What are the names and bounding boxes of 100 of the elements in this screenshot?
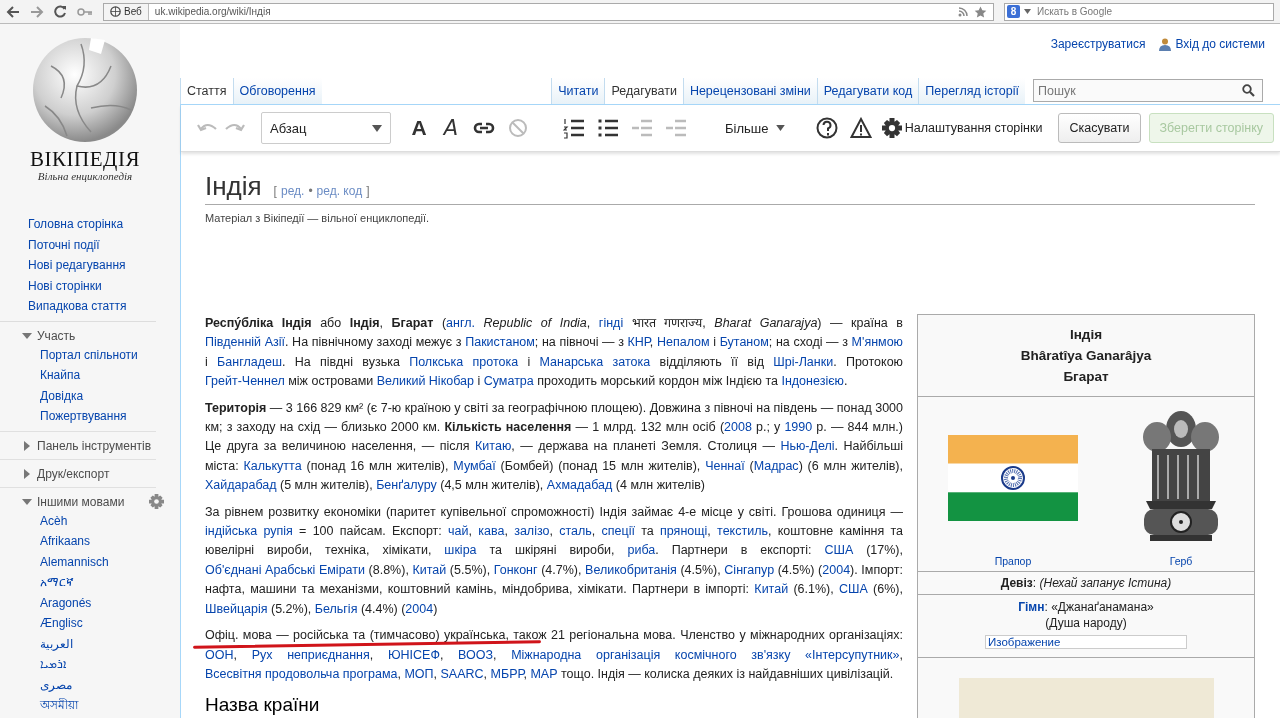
back-icon[interactable] <box>6 5 20 18</box>
inline-link[interactable]: Мумбаї <box>453 458 496 473</box>
inline-link[interactable]: КНР <box>627 335 650 350</box>
disclosure-triangle-icon[interactable] <box>22 468 32 479</box>
sidebar-link[interactable]: Довідка <box>22 385 156 406</box>
inline-link[interactable]: Всесвітня продовольча програма <box>205 666 398 681</box>
page-settings-button[interactable]: Налаштування сторінки <box>881 118 1043 138</box>
sidebar-link[interactable]: অসমীয়া <box>22 695 156 716</box>
help-icon[interactable] <box>815 117 838 139</box>
inline-link[interactable]: 2008 <box>724 420 752 435</box>
sidebar-link[interactable]: مصرى <box>22 674 156 695</box>
inline-link[interactable]: ВООЗ <box>458 647 493 662</box>
sidebar-link[interactable]: Пожертвування <box>22 406 156 427</box>
inline-link[interactable]: Китай <box>754 582 789 597</box>
inline-link[interactable]: Великий Нікобар <box>376 374 474 389</box>
inline-link[interactable]: США <box>824 543 854 558</box>
inline-link[interactable]: М'янмою <box>851 335 903 350</box>
account-link[interactable]: Вхід до системи <box>1175 37 1265 51</box>
browser-search-field[interactable]: 8 Искать в Google <box>1004 2 1274 21</box>
inline-link[interactable]: шкіра <box>444 543 477 558</box>
inline-link[interactable]: SAARC <box>440 666 484 681</box>
inline-link[interactable]: ЮНІСЕФ <box>387 647 440 662</box>
inline-link[interactable]: Сінгапур <box>724 562 775 577</box>
inline-link[interactable]: гінді <box>598 316 624 330</box>
account-link[interactable]: Зареєструватися <box>1050 37 1146 51</box>
inline-link[interactable]: Індонезією <box>781 374 844 389</box>
sidebar-link[interactable]: Ænglisc <box>22 613 156 634</box>
sidebar-link[interactable]: አማርኛ <box>22 572 156 593</box>
inline-link[interactable]: Грейт-Ченнел <box>205 374 285 389</box>
inline-link[interactable]: спеції <box>601 524 635 539</box>
inline-link[interactable]: Швейцарія <box>205 601 268 616</box>
key-icon[interactable] <box>77 6 93 17</box>
sidebar-link[interactable]: Випадкова стаття <box>28 296 156 317</box>
numbered-list-icon[interactable] <box>563 117 585 139</box>
inline-link[interactable]: Ахмадабад <box>546 478 613 493</box>
sidebar-link[interactable]: Acèh <box>22 510 156 531</box>
inline-link[interactable]: Бенґалуру <box>376 478 437 493</box>
sidebar-link[interactable]: العربية <box>22 633 156 654</box>
sidebar-link[interactable]: ܐܪܡܝܐ <box>22 654 156 675</box>
sidebar-section-heading[interactable]: Друк/експорт <box>37 466 110 481</box>
inline-link[interactable]: Пакистаном <box>465 335 535 350</box>
inline-link[interactable]: Манарська затока <box>539 354 651 369</box>
address-field[interactable]: Веб uk.wikipedia.org/wiki/Індія <box>103 2 994 21</box>
sidebar-link[interactable]: Нові редагування <box>28 255 156 276</box>
sidebar-link[interactable]: Alemannisch <box>22 551 156 572</box>
inline-link[interactable]: США <box>839 582 868 597</box>
inline-link[interactable]: МБРР <box>490 666 524 681</box>
inline-link[interactable]: Непалом <box>656 335 710 350</box>
disclosure-triangle-icon[interactable] <box>22 496 32 507</box>
edit-link[interactable]: ред. <box>280 184 305 198</box>
inline-link[interactable]: Ченнаї <box>705 458 745 473</box>
view-tab[interactable]: Редагувати код <box>816 78 919 104</box>
inline-link[interactable]: Суматра <box>483 374 534 389</box>
search-field[interactable]: Пошук <box>1033 79 1263 102</box>
inline-link[interactable]: Великобританія <box>585 562 677 577</box>
inline-link[interactable]: Південній Азії <box>205 335 285 350</box>
inline-link[interactable]: Китай <box>412 562 447 577</box>
inline-link[interactable]: 1990 <box>784 420 813 435</box>
edit-source-link[interactable]: ред. код <box>316 184 363 198</box>
puzzle-globe-icon[interactable] <box>31 36 139 144</box>
cancel-button[interactable]: Скасувати <box>1058 113 1141 143</box>
inline-link[interactable]: Калькутта <box>243 458 302 473</box>
sidebar-section-heading[interactable]: Участь <box>37 328 76 343</box>
sidebar-link[interactable]: Aragonés <box>22 592 156 613</box>
inline-link[interactable]: Бутаном <box>719 335 769 350</box>
sidebar-section-heading[interactable]: Іншими мовами <box>37 494 125 509</box>
caret-icon[interactable] <box>1024 9 1031 14</box>
site-info-badge[interactable]: Веб <box>104 3 149 20</box>
inline-link[interactable]: Гонконг <box>493 562 538 577</box>
inline-link[interactable]: Нью-Делі <box>780 439 835 454</box>
inline-link[interactable]: сталь <box>559 524 592 539</box>
inline-link[interactable]: Бельгія <box>314 601 358 616</box>
inline-link[interactable]: Хайдарабад <box>205 478 277 493</box>
bold-button[interactable]: A <box>409 116 429 140</box>
rss-icon[interactable] <box>958 6 968 17</box>
sidebar-link[interactable]: Afrikaans <box>22 531 156 552</box>
disclosure-triangle-icon[interactable] <box>22 440 32 451</box>
view-tab[interactable]: Читати <box>551 78 605 104</box>
emblem-caption-link[interactable]: Герб <box>1169 555 1193 567</box>
sidebar-link[interactable]: Кнайпа <box>22 365 156 386</box>
sidebar-link[interactable]: Головна сторінка <box>28 214 156 235</box>
sidebar-link[interactable]: Поточні події <box>28 234 156 255</box>
search-engine-icon[interactable]: 8 <box>1007 5 1020 18</box>
sidebar-link[interactable]: Нові сторінки <box>28 275 156 296</box>
inline-link[interactable]: Полкська протока <box>409 354 519 369</box>
inline-link[interactable]: 2004 <box>822 562 851 577</box>
inline-link[interactable]: чай <box>448 524 469 539</box>
flag-drawing[interactable] <box>948 435 1078 521</box>
flag-caption-link[interactable]: Прапор <box>994 555 1032 567</box>
reload-icon[interactable] <box>54 5 67 18</box>
sidebar-link[interactable]: Портал спільноти <box>22 344 156 365</box>
more-dropdown[interactable]: Більше <box>725 120 786 136</box>
page-tab[interactable]: Обговорення <box>232 78 322 104</box>
bullet-list-icon[interactable] <box>597 117 619 139</box>
italic-button[interactable]: A <box>441 116 461 140</box>
warning-icon[interactable] <box>849 117 872 139</box>
media-field[interactable]: Изображение <box>985 635 1187 649</box>
view-tab[interactable]: Перегляд історії <box>918 78 1025 104</box>
inline-link[interactable]: індійська рупія <box>205 524 293 539</box>
sidebar-section-heading[interactable]: Панель інструментів <box>37 438 152 453</box>
